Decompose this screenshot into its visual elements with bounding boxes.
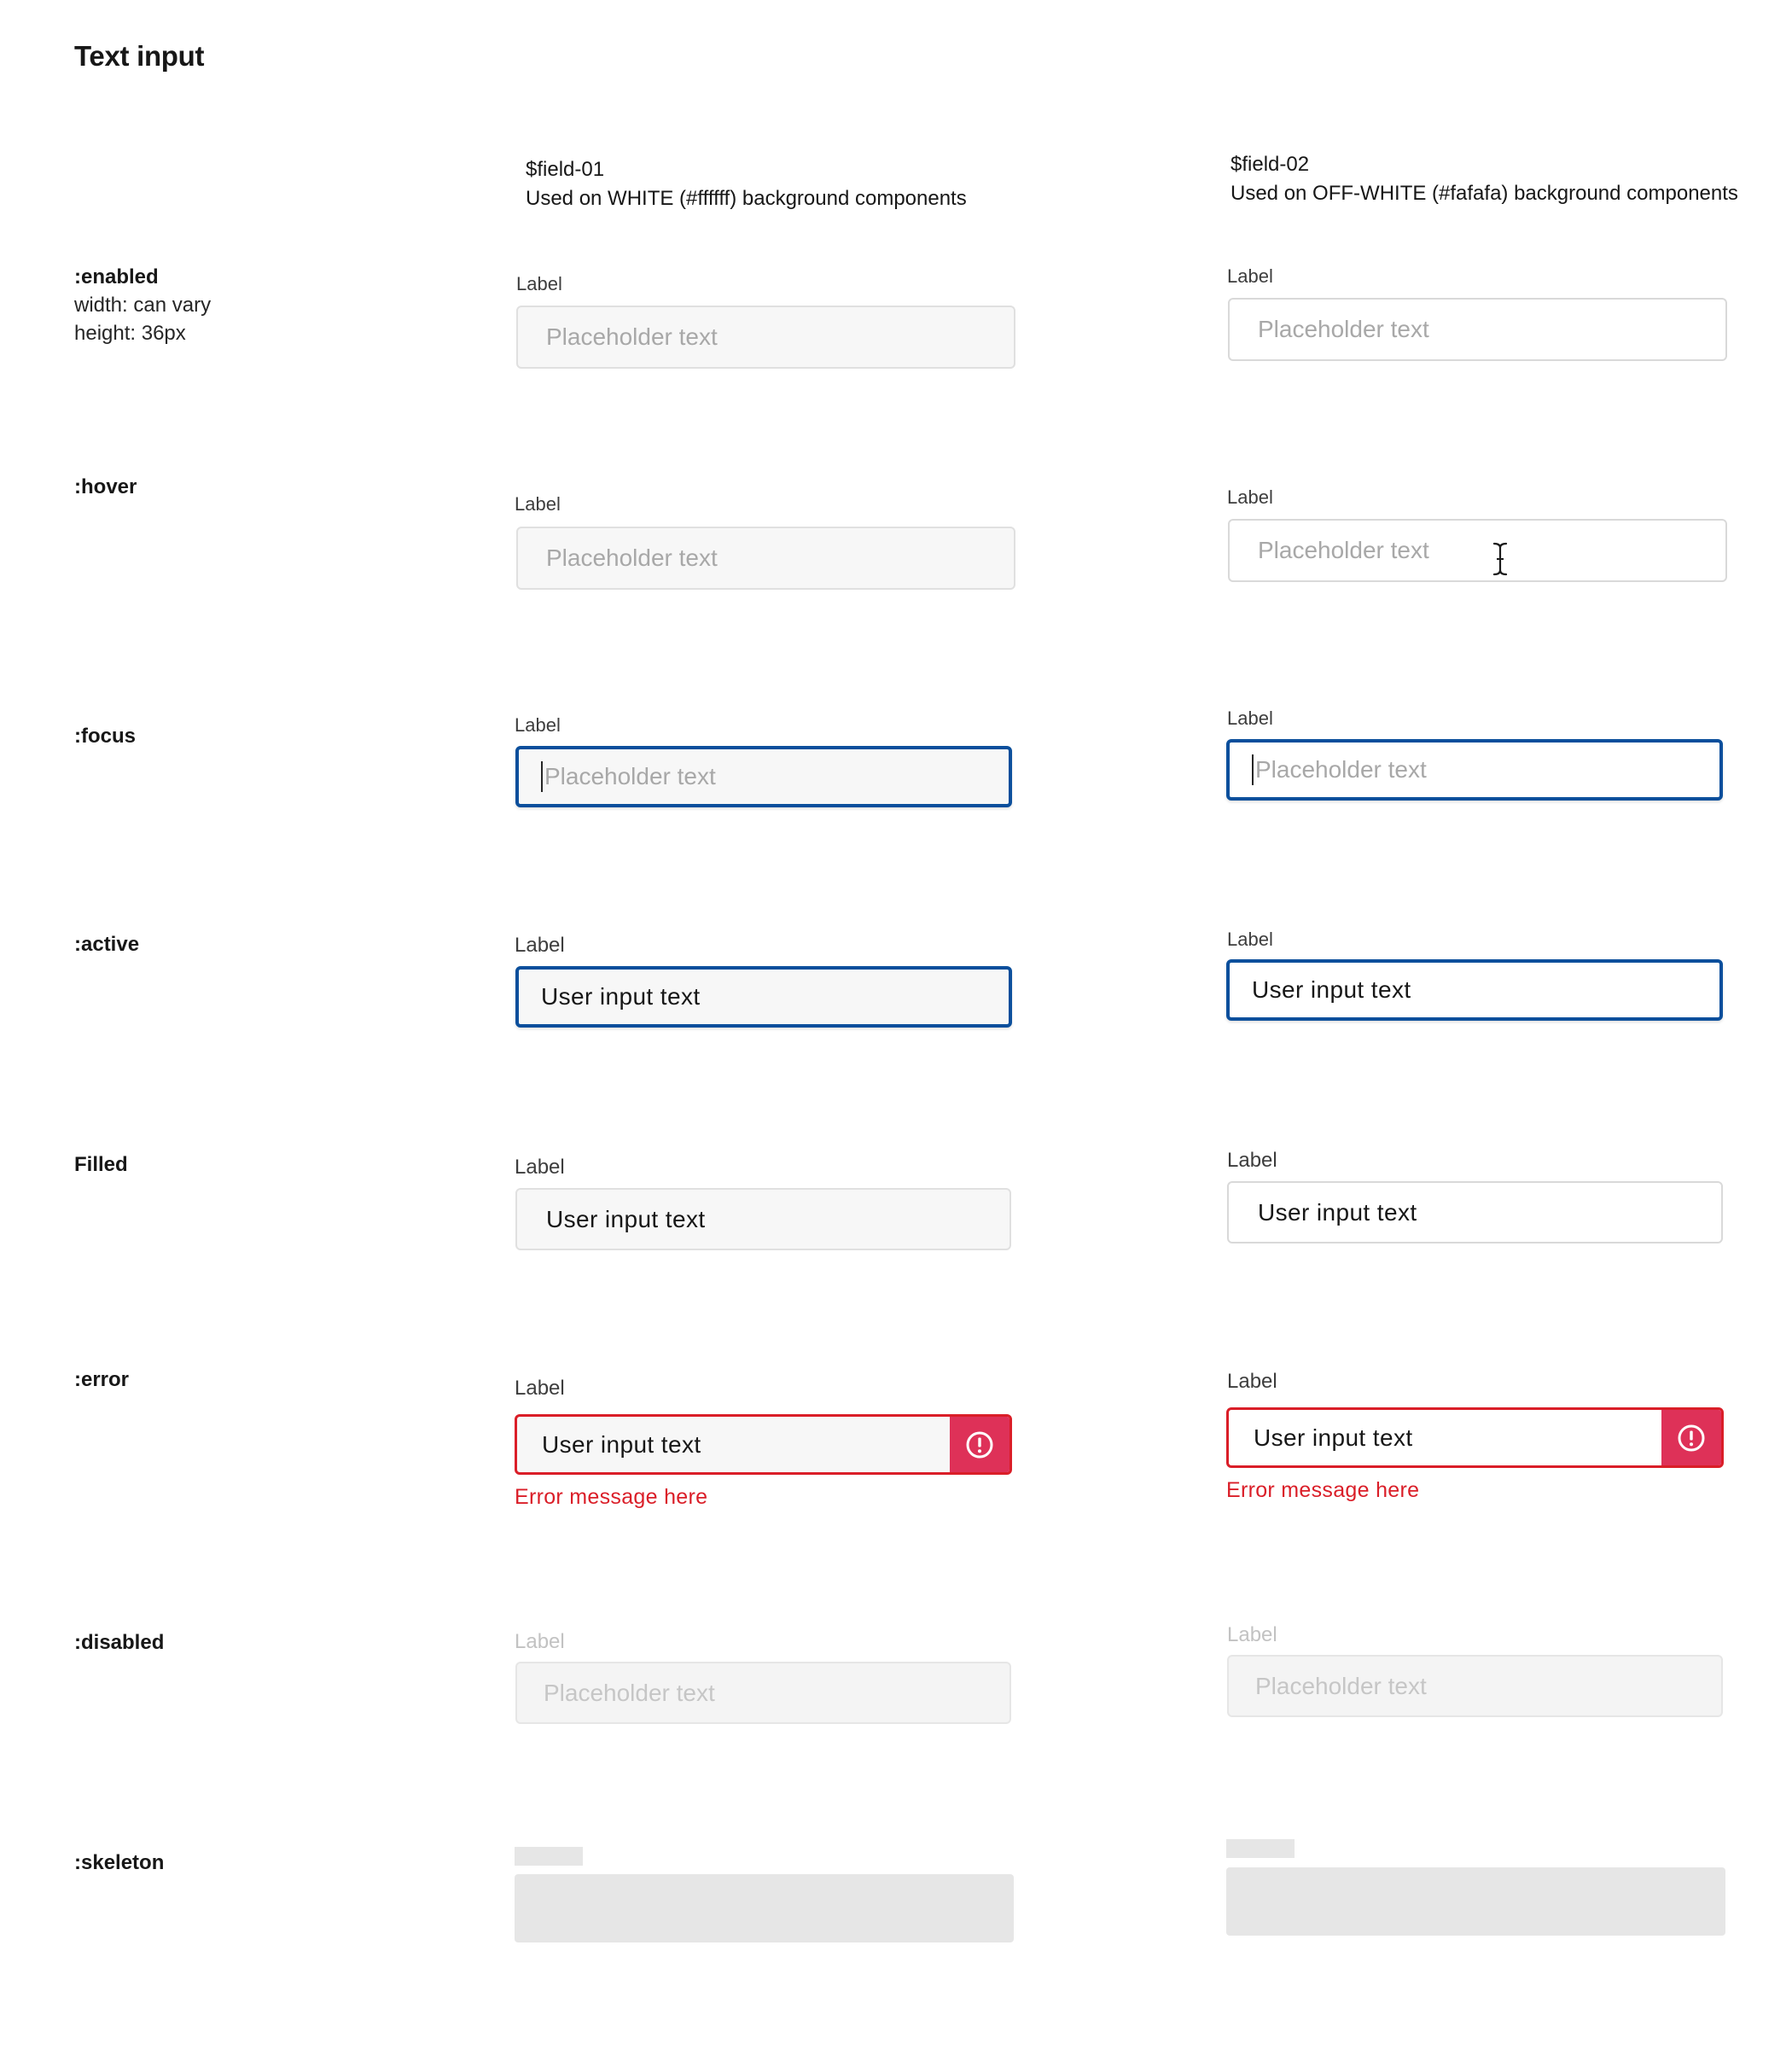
skeleton-label [515,1847,583,1866]
placeholder-text: Placeholder text [544,763,716,789]
text-input-active[interactable]: User input text [515,966,1012,1028]
column-description: Used on OFF-WHITE (#fafafa) background c… [1231,182,1738,205]
text-input-disabled: Placeholder text [515,1662,1011,1724]
field-label: Label [1227,265,1273,287]
page-title: Text input [74,40,205,72]
input-value: User input text [542,1430,701,1458]
column-token: $field-01 [526,158,605,181]
field-label: Label [1227,708,1273,729]
column-header-field-02: $field-02 Used on OFF-WHITE (#fafafa) ba… [1231,150,1738,208]
field-label: Label [1227,486,1273,508]
placeholder-text: Placeholder text [546,545,718,571]
text-input-active[interactable]: User input text [1226,959,1723,1021]
skeleton-field [515,1874,1014,1942]
text-input-error[interactable]: User input text [1226,1407,1724,1468]
row-label-active: :active [74,933,140,956]
text-input-disabled: Placeholder text [1227,1655,1723,1717]
field-label: Label [515,934,565,957]
alert-circle-icon [1661,1410,1721,1465]
placeholder-text: Placeholder text [1255,1672,1427,1699]
field-label: Label [516,273,562,294]
field-label: Label [1227,1149,1277,1172]
text-input-enabled[interactable]: Placeholder text [1228,298,1727,361]
alert-circle-icon [950,1417,1009,1472]
text-caret [1252,754,1254,785]
field-label: Label [515,1156,565,1179]
row-label-disabled: :disabled [74,1631,165,1654]
row-label-hover: :hover [74,475,137,498]
text-input-hover[interactable]: Placeholder text [516,527,1015,590]
skeleton-label [1226,1839,1295,1858]
input-value: User input text [546,1205,706,1232]
field-label: Label [1227,1623,1277,1646]
placeholder-text: Placeholder text [1258,537,1429,563]
field-label: Label [1227,1370,1277,1393]
text-input-hover[interactable]: Placeholder text [1228,519,1727,582]
text-input-filled[interactable]: User input text [1227,1181,1723,1243]
error-message: Error message here [1226,1478,1420,1502]
field-label: Label [515,714,561,736]
column-header-field-01: $field-01 Used on WHITE (#ffffff) backgr… [526,155,967,213]
input-value: User input text [1258,1198,1417,1226]
field-label: Label [1227,929,1273,950]
error-message: Error message here [515,1485,708,1509]
row-label-focus: :focus [74,725,136,748]
text-caret [541,761,543,792]
field-label: Label [515,1630,565,1653]
placeholder-text: Placeholder text [1258,316,1429,342]
field-label: Label [515,1377,565,1400]
placeholder-text: Placeholder text [1255,756,1427,783]
text-input-focus[interactable]: Placeholder text [1226,739,1723,801]
row-label-enabled: :enabled width: can vary height: 36px [74,265,212,345]
placeholder-text: Placeholder text [544,1679,715,1706]
text-input-filled[interactable]: User input text [515,1188,1011,1250]
text-input-error[interactable]: User input text [515,1414,1012,1475]
skeleton-field [1226,1867,1725,1936]
input-value: User input text [541,983,701,1010]
column-token: $field-02 [1231,153,1310,176]
row-label-error: :error [74,1368,130,1391]
input-value: User input text [1252,976,1411,1003]
placeholder-text: Placeholder text [546,323,718,350]
input-value: User input text [1254,1424,1413,1451]
column-description: Used on WHITE (#ffffff) background compo… [526,187,967,210]
text-input-enabled[interactable]: Placeholder text [516,306,1015,369]
field-label: Label [515,493,561,515]
row-label-filled: Filled [74,1153,128,1176]
text-cursor-icon [1492,542,1508,576]
row-label-skeleton: :skeleton [74,1851,165,1874]
text-input-focus[interactable]: Placeholder text [515,746,1012,807]
